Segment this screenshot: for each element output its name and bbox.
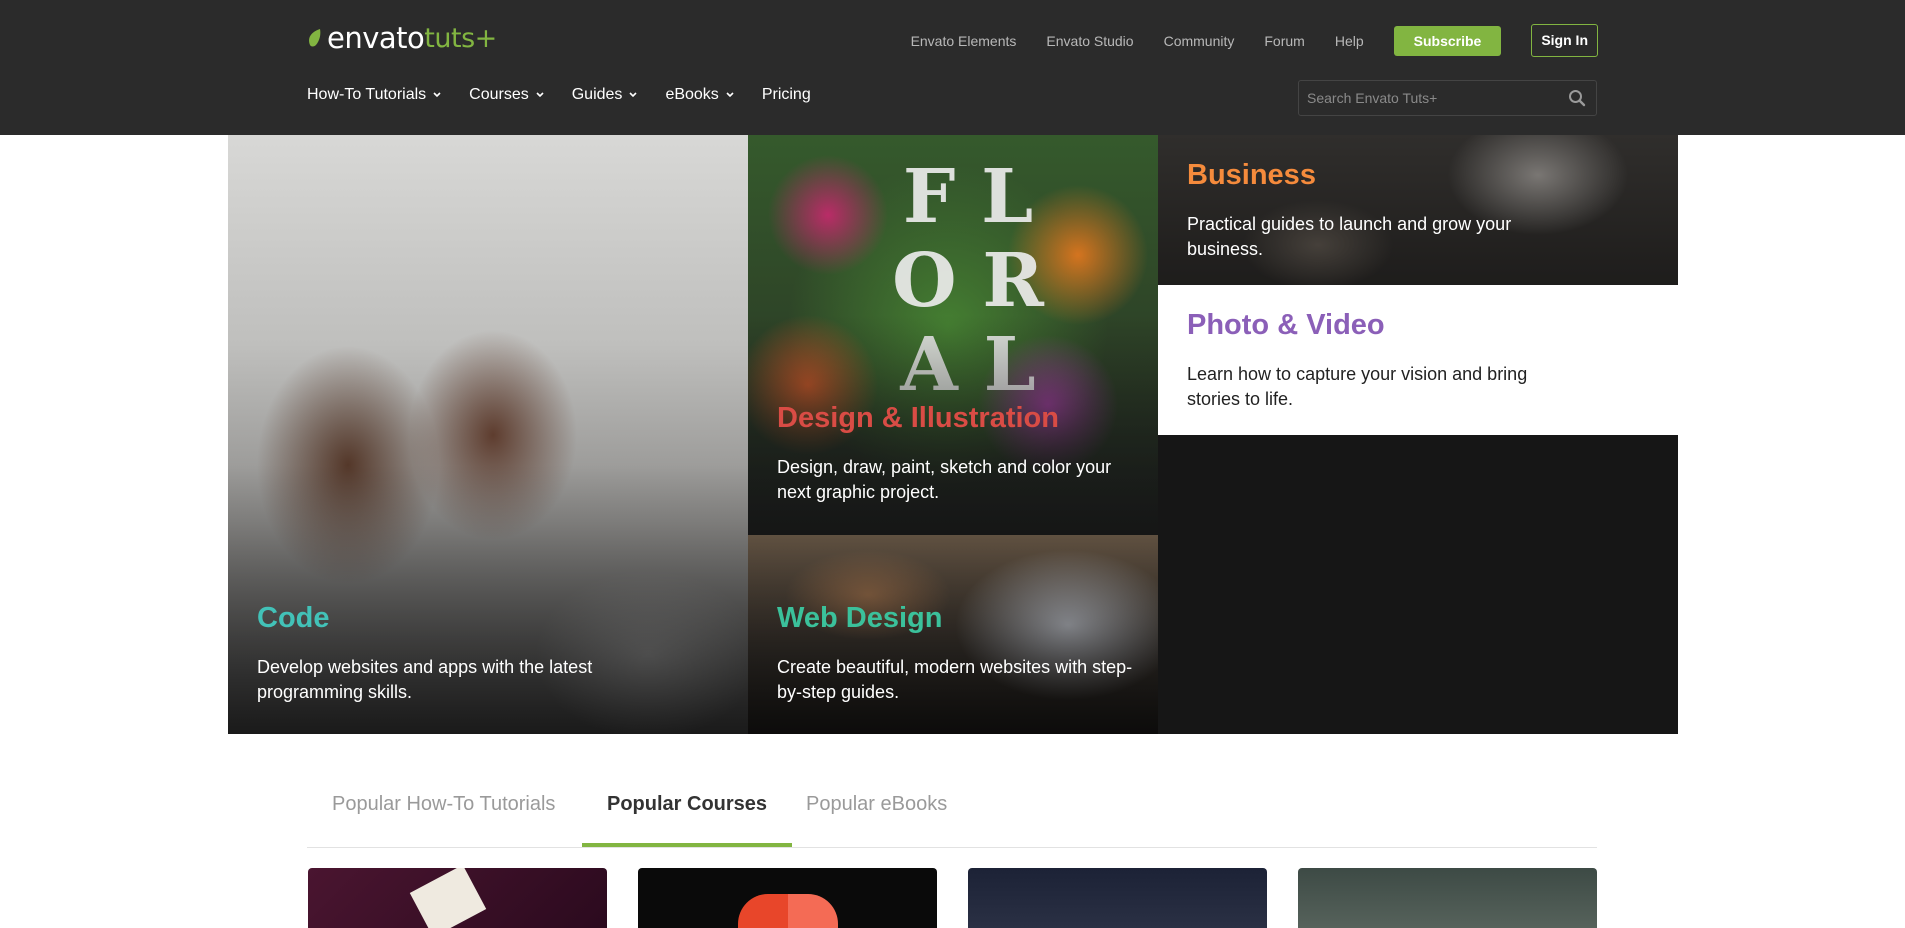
popular-tabs: Popular How-To Tutorials Popular Courses…	[307, 783, 1597, 848]
top-nav: Envato Elements Envato Studio Community …	[911, 24, 1598, 57]
category-tile-web-design[interactable]: Web Design Create beautiful, modern webs…	[748, 535, 1158, 734]
tile-description: Learn how to capture your vision and bri…	[1187, 364, 1528, 409]
course-card[interactable]	[1298, 868, 1597, 928]
category-tile-code[interactable]: Code Develop websites and apps with the …	[228, 135, 748, 734]
link-envato-elements[interactable]: Envato Elements	[911, 33, 1017, 49]
tile-title: Photo & Video	[1187, 309, 1385, 341]
tile-title: Code	[257, 602, 330, 634]
hero-empty-panel	[1158, 435, 1678, 734]
logo-product: tuts+	[424, 22, 497, 54]
course-card[interactable]	[638, 868, 937, 928]
nav-guides[interactable]: Guides	[572, 86, 638, 104]
nav-label: Guides	[571, 86, 623, 103]
tile-image-overlay	[228, 135, 748, 734]
chevron-down-icon	[433, 92, 441, 98]
nav-label: Courses	[469, 86, 529, 103]
site-header: envato tuts+ Envato Elements Envato Stud…	[0, 0, 1905, 135]
tab-popular-ebooks[interactable]: Popular eBooks	[781, 783, 972, 847]
main-nav: How-To Tutorials Courses Guides eBooks P…	[307, 86, 839, 104]
nav-ebooks[interactable]: eBooks	[665, 86, 734, 104]
subscribe-button[interactable]: Subscribe	[1393, 25, 1502, 56]
category-tile-design-illustration[interactable]: F L O R A L Design & Illustration Design…	[748, 135, 1158, 535]
sign-in-button[interactable]: Sign In	[1531, 24, 1598, 57]
tile-description: Create beautiful, modern websites with s…	[777, 657, 1133, 702]
tab-popular-courses[interactable]: Popular Courses	[582, 783, 793, 847]
search-input[interactable]	[1299, 81, 1568, 115]
envato-tuts-logo[interactable]: envato tuts+	[307, 21, 497, 55]
nav-label: eBooks	[665, 86, 719, 103]
logo-brand: envato	[327, 21, 425, 55]
category-tile-business[interactable]: Business Practical guides to launch and …	[1158, 135, 1678, 285]
link-help[interactable]: Help	[1335, 33, 1364, 49]
nav-courses[interactable]: Courses	[469, 86, 544, 104]
chevron-down-icon	[629, 92, 638, 98]
nav-pricing[interactable]: Pricing	[762, 86, 811, 104]
tile-description: Design, draw, paint, sketch and color yo…	[777, 457, 1112, 502]
category-tile-photo-video[interactable]: Photo & Video Learn how to capture your …	[1158, 285, 1678, 435]
nav-how-to-tutorials[interactable]: How-To Tutorials	[307, 86, 441, 104]
card-thumbnail-art	[409, 868, 487, 928]
link-envato-studio[interactable]: Envato Studio	[1046, 33, 1133, 49]
course-card[interactable]	[968, 868, 1267, 928]
tile-description: Develop websites and apps with the lates…	[257, 657, 593, 702]
course-card[interactable]	[308, 868, 607, 928]
link-community[interactable]: Community	[1164, 33, 1235, 49]
search-icon[interactable]	[1568, 89, 1586, 107]
chevron-down-icon	[726, 92, 734, 98]
tile-description: Practical guides to launch and grow your…	[1187, 214, 1512, 259]
nav-label: How-To Tutorials	[307, 86, 427, 103]
card-thumbnail-art	[738, 894, 838, 928]
tile-title: Business	[1187, 159, 1316, 191]
tile-title: Web Design	[777, 602, 943, 634]
nav-label: Pricing	[761, 86, 811, 103]
tile-image-overlay	[1158, 135, 1678, 285]
leaf-icon	[309, 29, 321, 47]
chevron-down-icon	[536, 92, 544, 98]
tile-title: Design & Illustration	[777, 402, 1059, 434]
link-forum[interactable]: Forum	[1264, 33, 1304, 49]
tab-popular-how-to-tutorials[interactable]: Popular How-To Tutorials	[307, 783, 580, 847]
search-box	[1298, 80, 1597, 116]
